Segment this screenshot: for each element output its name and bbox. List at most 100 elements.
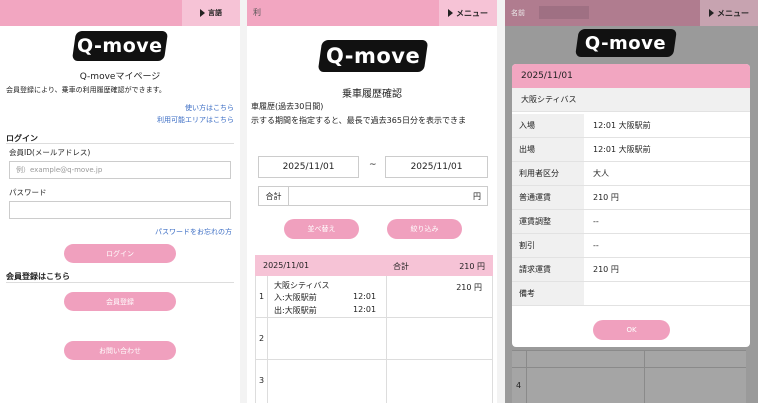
total-unit: 円 [473, 192, 481, 201]
detail-row: 利用者区分 大人 [512, 162, 750, 186]
detail-key: 割引 [512, 234, 584, 257]
detail-key: 請求運賃 [512, 258, 584, 281]
detail-value [584, 282, 750, 305]
contact-button-label: お問い合わせ [99, 346, 141, 355]
detail-key: 運賃調整 [512, 210, 584, 233]
login-button[interactable]: ログイン [64, 244, 176, 263]
menu-label: メニュー [456, 8, 488, 18]
contact-button[interactable]: お問い合わせ [64, 341, 176, 360]
table-row[interactable]: 2 [255, 318, 493, 360]
register-button[interactable]: 会員登録 [64, 292, 176, 311]
login-screen: 言語 Q-move Q-moveマイページ 会員登録により、乗車の利用履歴確認が… [0, 0, 240, 403]
ride-detail-modal: 2025/11/01 大阪シティバス 入場 12:01 大阪駅前 出場 12:01 … [512, 64, 750, 347]
table-header-total-label: 合計 [393, 262, 409, 271]
detail-value: 12:01 大阪駅前 [593, 145, 651, 154]
register-button-label: 会員登録 [106, 297, 134, 306]
q-move-logo: Q-move [317, 40, 429, 72]
date-to-value: 2025/11/01 [410, 162, 463, 172]
detail-row: 入場 12:01 大阪駅前 [512, 114, 750, 138]
top-bar: 言語 [0, 0, 240, 26]
date-from-field[interactable]: 2025/11/01 [258, 156, 359, 178]
row-number: 3 [259, 376, 265, 385]
detail-value: -- [593, 241, 599, 250]
logo-text: Q-move [325, 44, 421, 68]
ride-detail-modal-screen: 名前 メニュー Q-move 4 2025/11/01 大阪シティバス 入場 12… [505, 0, 758, 403]
detail-value: 12:01 大阪駅前 [593, 121, 651, 130]
register-heading: 会員登録はこちら [6, 272, 70, 281]
modal-date: 2025/11/01 [512, 64, 750, 88]
ok-button[interactable]: OK [593, 320, 670, 340]
total-box: 合計 円 [258, 186, 488, 206]
language-button[interactable]: 言語 [182, 0, 240, 26]
table-row[interactable]: 3 [255, 360, 493, 403]
detail-row: 備考 [512, 282, 750, 306]
table-header-date: 2025/11/01 [263, 261, 310, 270]
row-line-name: 大阪シティバス [274, 281, 330, 290]
date-to-field[interactable]: 2025/11/01 [385, 156, 488, 178]
sort-button-label: 並べ替え [307, 225, 336, 233]
howto-link[interactable]: 使い方はこちら [185, 103, 234, 113]
menu-button[interactable]: メニュー [439, 0, 497, 26]
detail-key: 入場 [512, 114, 584, 137]
filter-button[interactable]: 絞り込み [387, 219, 462, 239]
area-link[interactable]: 利用可能エリアはこちら [157, 115, 234, 125]
date-from-value: 2025/11/01 [282, 162, 335, 172]
detail-value: 210 円 [593, 193, 619, 202]
q-move-logo: Q-move [575, 29, 677, 57]
history-description: 示する期間を指定すると、最長で過去365日分を表示できま [251, 116, 466, 125]
total-label: 合計 [259, 187, 289, 205]
id-label: 会員ID(メールアドレス) [9, 148, 91, 157]
row-number: 1 [259, 292, 265, 301]
screenshot-canvas: 言語 Q-move Q-moveマイページ 会員登録により、乗車の利用履歴確認が… [0, 0, 758, 403]
row-exit-time: 12:01 [353, 305, 377, 314]
detail-key: 備考 [512, 282, 584, 305]
q-move-logo: Q-move [71, 31, 169, 61]
detail-key: 利用者区分 [512, 162, 584, 185]
forgot-password-link[interactable]: パスワードをお忘れの方 [155, 227, 232, 237]
table-row[interactable]: 1 大阪シティバス 入:大阪駅前 12:01 出:大阪駅前 12:01 210 … [255, 276, 493, 318]
row-exit: 出:大阪駅前 [274, 306, 317, 315]
password-label: パスワード [9, 188, 47, 197]
detail-row: 出場 12:01 大阪駅前 [512, 138, 750, 162]
page-title: 乗車履歴確認 [342, 89, 402, 100]
row-entry-time: 12:01 [353, 292, 377, 301]
menu-label: メニュー [717, 8, 749, 18]
logo-text: Q-move [585, 32, 667, 54]
row-number: 2 [259, 334, 265, 343]
caret-right-icon [709, 9, 714, 17]
detail-value: 210 円 [593, 265, 619, 274]
logo-text: Q-move [77, 35, 163, 57]
sort-button[interactable]: 並べ替え [284, 219, 359, 239]
intro-text: 会員登録により、乗車の利用履歴確認ができます。 [6, 86, 166, 94]
divider [6, 282, 234, 283]
masked-name [539, 6, 589, 19]
detail-key: 普通運賃 [512, 186, 584, 209]
filter-button-label: 絞り込み [410, 225, 439, 233]
topbar-left-text: 利 [253, 8, 261, 17]
detail-row: 請求運賃 210 円 [512, 258, 750, 282]
email-placeholder: 例）example@q-move.jp [16, 166, 103, 174]
top-bar: 名前 メニュー [505, 0, 758, 26]
history-subtitle: 車履歴(過去30日間) [251, 102, 324, 111]
password-field[interactable] [9, 201, 231, 219]
row-number: 4 [516, 381, 522, 390]
background-table: 4 [512, 350, 746, 403]
login-button-label: ログイン [106, 249, 134, 258]
detail-row: 割引 -- [512, 234, 750, 258]
email-field[interactable]: 例）example@q-move.jp [9, 161, 231, 179]
top-bar: 利 メニュー [247, 0, 497, 26]
detail-value: -- [593, 217, 599, 226]
detail-key: 出場 [512, 138, 584, 161]
menu-button[interactable]: メニュー [700, 0, 758, 26]
modal-line-name: 大阪シティバス [512, 88, 750, 112]
row-entry: 入:大阪駅前 [274, 293, 317, 302]
topbar-left-text: 名前 [511, 9, 525, 17]
detail-row: 運賃調整 -- [512, 210, 750, 234]
date-separator: ~ [369, 160, 377, 170]
detail-row: 普通運賃 210 円 [512, 186, 750, 210]
ok-button-label: OK [626, 326, 637, 334]
divider [6, 143, 234, 144]
page-title: Q-moveマイページ [79, 72, 161, 82]
table-header: 2025/11/01 合計 210 円 [255, 255, 493, 276]
ride-history-screen: 利 メニュー Q-move 乗車履歴確認 車履歴(過去30日間) 示する期間を指… [247, 0, 497, 403]
